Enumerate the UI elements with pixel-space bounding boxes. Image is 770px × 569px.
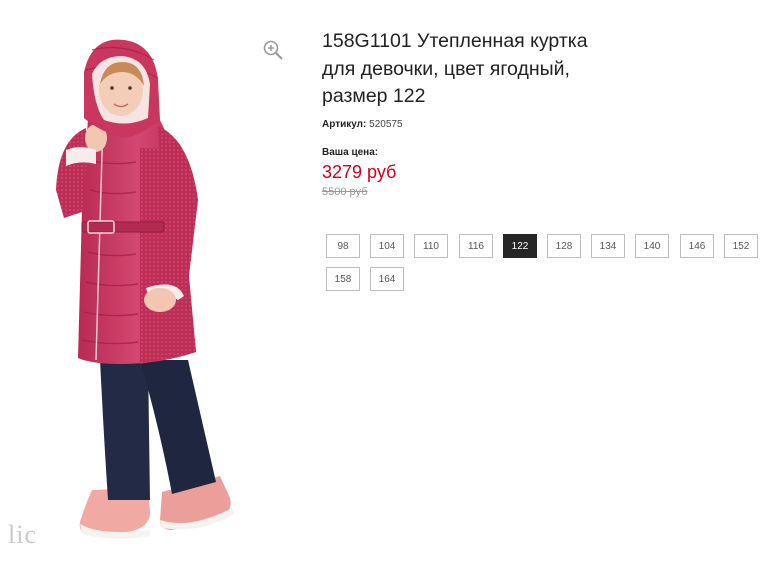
- price-label: Ваша цена:: [322, 146, 379, 158]
- size-option-164[interactable]: 164: [370, 267, 404, 291]
- size-option-146[interactable]: 146: [680, 234, 714, 258]
- size-option-122[interactable]: 122: [503, 234, 537, 258]
- size-option-110[interactable]: 110: [414, 234, 448, 258]
- product-title: 158G1101 Утепленная куртка для девочки, …: [322, 30, 588, 107]
- sku-value: 520575: [369, 118, 403, 130]
- current-price: 3279 руб: [322, 161, 397, 182]
- product-sku: Артикул: 520575: [322, 119, 762, 130]
- size-option-134[interactable]: 134: [591, 234, 625, 258]
- size-option-140[interactable]: 140: [635, 234, 669, 258]
- size-option-128[interactable]: 128: [547, 234, 581, 258]
- watermark-text: lic: [8, 520, 37, 549]
- zoom-in-icon[interactable]: [262, 39, 284, 61]
- sku-label: Артикул:: [322, 118, 367, 130]
- old-price: 5500 руб: [322, 185, 368, 198]
- product-image[interactable]: lic: [0, 0, 300, 569]
- size-option-158[interactable]: 158: [326, 267, 360, 291]
- product-info: 158G1101 Утепленная куртка для девочки, …: [322, 28, 762, 198]
- product-photo-illustration: [56, 39, 234, 539]
- size-option-104[interactable]: 104: [370, 234, 404, 258]
- size-option-98[interactable]: 98: [326, 234, 360, 258]
- size-option-116[interactable]: 116: [459, 234, 493, 258]
- size-option-152[interactable]: 152: [724, 234, 758, 258]
